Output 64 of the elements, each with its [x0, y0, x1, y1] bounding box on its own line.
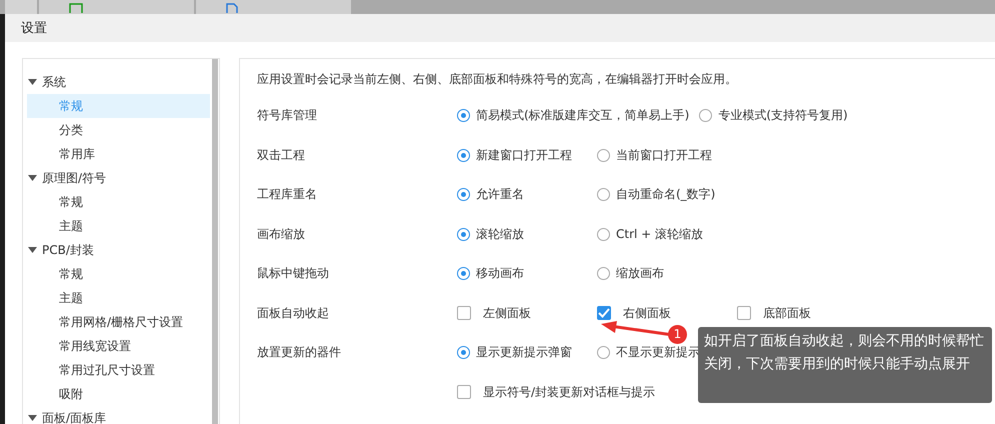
- radio-button[interactable]: [597, 228, 610, 241]
- radio-button[interactable]: [457, 148, 470, 162]
- tree-item[interactable]: 常用网格/栅格尺寸设置: [27, 310, 210, 334]
- checkbox-option[interactable]: 左侧面板: [457, 304, 597, 322]
- setting-label: 放置更新的器件: [257, 344, 342, 362]
- radio-option[interactable]: Ctrl + 滚轮缩放: [597, 226, 737, 243]
- tree-item[interactable]: 主题: [27, 214, 210, 238]
- setting-label: 双击工程: [257, 146, 306, 164]
- tree-group[interactable]: PCB/封装: [23, 238, 212, 262]
- radio-button[interactable]: [457, 228, 470, 241]
- tree-item[interactable]: 常用库: [27, 142, 210, 166]
- radio-button[interactable]: [597, 267, 610, 280]
- checkbox[interactable]: [597, 306, 611, 320]
- radio-option[interactable]: 缩放画布: [597, 265, 737, 282]
- radio-option[interactable]: 自动重命名(_数字): [597, 186, 737, 204]
- tree-item[interactable]: 常规: [27, 262, 210, 286]
- setting-label: 鼠标中键拖动: [257, 265, 330, 282]
- checkbox-option[interactable]: 底部面板: [737, 304, 877, 322]
- radio-option[interactable]: 移动画布: [457, 265, 597, 282]
- radio-option[interactable]: 滚轮缩放: [457, 226, 597, 243]
- description-text: 应用设置时会记录当前左侧、右侧、底部面板和特殊符号的宽高，在编辑器打开时会应用。: [257, 71, 738, 88]
- tree-item[interactable]: 吸附: [27, 382, 210, 406]
- checkbox[interactable]: [457, 385, 471, 400]
- caret-icon: [28, 175, 37, 181]
- document-tab[interactable]: [196, 0, 351, 14]
- radio-option[interactable]: 当前窗口打开工程: [597, 146, 737, 164]
- setting-label: 符号库管理: [257, 107, 318, 124]
- radio-option[interactable]: 显示更新提示弹窗: [457, 344, 597, 362]
- radio-button[interactable]: [597, 148, 610, 162]
- radio-option[interactable]: 专业模式(支持符号复用): [699, 107, 858, 124]
- tree-group[interactable]: 系统: [23, 70, 212, 94]
- board-icon: [69, 3, 83, 13]
- radio-button[interactable]: [457, 346, 470, 360]
- tree-item[interactable]: 常规: [27, 190, 210, 214]
- tooltip: 如开启了面板自动收起，则会不用的时候帮忙关闭，下次需要用到的时候只能手动点展开: [698, 327, 992, 403]
- checkbox[interactable]: [457, 306, 471, 320]
- setting-label: 画布缩放: [257, 226, 306, 243]
- tree-group[interactable]: 原理图/符号: [23, 166, 212, 190]
- checkbox-option[interactable]: 显示符号/封装更新对话框与提示: [457, 384, 666, 401]
- radio-button[interactable]: [457, 188, 470, 202]
- scrollbar[interactable]: [212, 59, 218, 424]
- radio-button[interactable]: [699, 109, 712, 122]
- setting-label: 面板自动收起: [257, 304, 330, 322]
- radio-button[interactable]: [597, 188, 610, 202]
- tree-item[interactable]: 分类: [27, 118, 210, 142]
- radio-button[interactable]: [457, 109, 470, 122]
- window-title: 设置: [21, 20, 47, 37]
- tree-item[interactable]: 主题: [27, 286, 210, 310]
- tree-item[interactable]: 常用过孔尺寸设置: [27, 358, 210, 382]
- tree-item[interactable]: 常用线宽设置: [27, 334, 210, 358]
- setting-label: 工程库重名: [257, 186, 318, 204]
- caret-icon: [28, 247, 37, 253]
- caret-icon: [28, 415, 37, 421]
- checkbox-option[interactable]: 右侧面板: [597, 304, 737, 322]
- radio-option[interactable]: 新建窗口打开工程: [457, 146, 597, 164]
- caret-icon: [28, 79, 37, 85]
- document-tab[interactable]: [39, 0, 194, 14]
- document-icon: [226, 3, 238, 13]
- radio-button[interactable]: [457, 267, 470, 280]
- radio-button[interactable]: [597, 346, 610, 360]
- checkbox[interactable]: [737, 306, 751, 320]
- tree-group[interactable]: 面板/面板库: [23, 406, 212, 424]
- radio-option[interactable]: 允许重名: [457, 186, 597, 204]
- radio-option[interactable]: 简易模式(标准版建库交互，简单易上手): [457, 107, 700, 124]
